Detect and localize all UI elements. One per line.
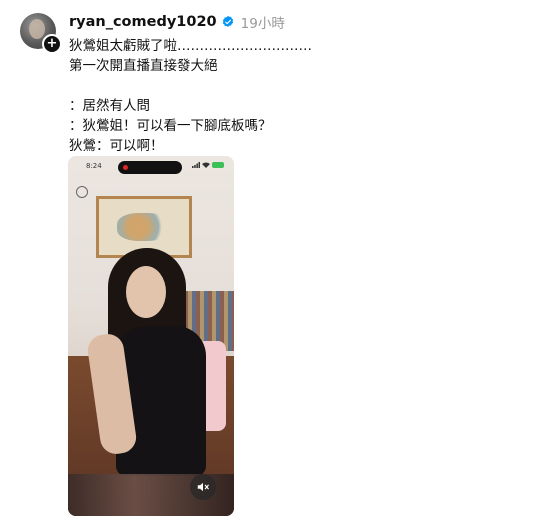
phone-clock: 8:24 <box>86 162 102 170</box>
signal-icon <box>192 162 200 168</box>
caption-line: 狄鶯姐太虧賊了啦………………………… <box>69 38 312 54</box>
post-caption: 狄鶯姐太虧賊了啦………………………… 第一次開直播直接發大絕 ：居然有人問 ：狄… <box>69 36 312 156</box>
battery-icon <box>212 162 224 168</box>
video-player[interactable]: 8:24 <box>68 156 234 516</box>
avatar-photo <box>29 19 45 39</box>
caption-line: ：狄鶯姐！可以看一下腳底板嗎？ <box>69 118 272 134</box>
post-timestamp[interactable]: 19小時 <box>241 12 285 32</box>
speaker-muted-icon <box>197 482 209 492</box>
caption-line: 狄鶯：可以啊！ <box>69 138 164 154</box>
phone-status-icons <box>192 162 224 168</box>
phone-status-bar: 8:24 <box>68 156 234 176</box>
username-link[interactable]: ryan_comedy1020 <box>69 14 217 30</box>
verified-badge-icon <box>222 15 233 27</box>
post-header: ryan_comedy1020 19小時 <box>69 12 285 32</box>
mute-toggle-button[interactable] <box>190 474 216 500</box>
dynamic-island <box>118 161 182 174</box>
follow-plus-button[interactable]: + <box>42 34 62 54</box>
flip-camera-icon <box>76 186 88 198</box>
wifi-icon <box>202 162 210 168</box>
caption-line: 第一次開直播直接發大絕 <box>69 58 218 74</box>
caption-line: ：居然有人問 <box>69 98 150 114</box>
person-face <box>126 266 166 318</box>
recording-dot-icon <box>123 165 128 170</box>
